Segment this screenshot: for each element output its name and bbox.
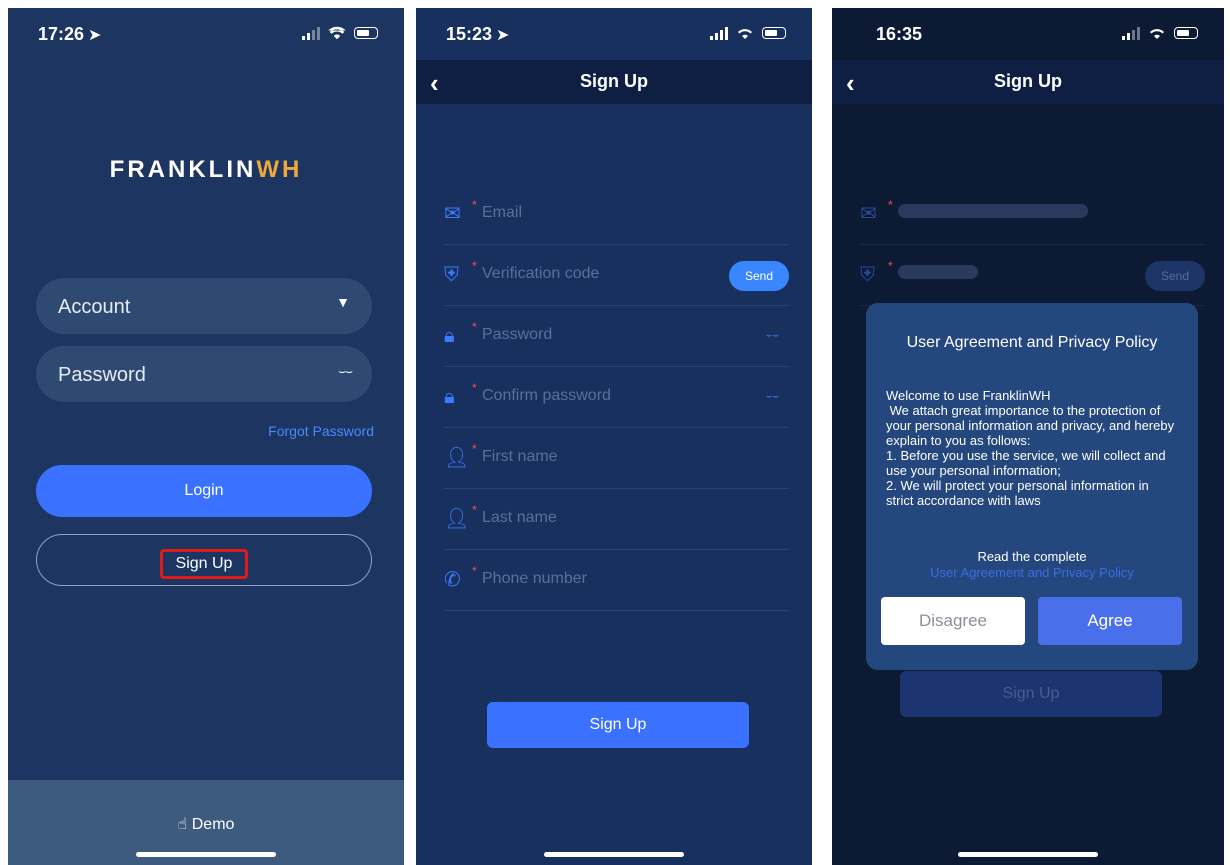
person-icon: 👤︎ bbox=[444, 508, 470, 530]
envelope-icon: ✉ bbox=[860, 203, 877, 225]
franklinwh-logo: FRANKLINWH bbox=[109, 156, 303, 183]
required-asterisk: * bbox=[888, 198, 893, 212]
eye-closed-icon[interactable]: ⌣⌣ bbox=[338, 364, 353, 379]
eye-closed-icon[interactable]: ⌣⌣ bbox=[766, 330, 779, 341]
signal-icon bbox=[710, 26, 728, 40]
forgot-password-link[interactable]: Forgot Password bbox=[268, 423, 374, 439]
dialog-title: User Agreement and Privacy Policy bbox=[906, 334, 1158, 351]
phone-icon: ✆ bbox=[444, 569, 461, 591]
email-field: ✉ * bbox=[860, 184, 1205, 245]
required-asterisk: * bbox=[472, 259, 477, 273]
first-name-placeholder: First name bbox=[482, 448, 558, 465]
wifi-icon bbox=[738, 29, 752, 39]
signal-icon bbox=[302, 26, 320, 40]
confirm-password-field[interactable]: 🔒︎ * Confirm password ⌣⌣ bbox=[444, 367, 789, 428]
phone-number-placeholder: Phone number bbox=[482, 570, 587, 587]
read-complete-text: Read the complete bbox=[977, 549, 1087, 564]
verification-code-placeholder: Verification code bbox=[482, 265, 600, 282]
status-bar: 15:23 ➤ bbox=[416, 24, 812, 48]
last-name-placeholder: Last name bbox=[482, 509, 557, 526]
required-asterisk: * bbox=[472, 442, 477, 456]
battery-icon bbox=[354, 27, 378, 39]
password-field[interactable]: Password ⌣⌣ bbox=[36, 346, 372, 402]
email-placeholder: Email bbox=[482, 204, 523, 221]
signup-submit-button[interactable]: Sign Up bbox=[487, 702, 749, 748]
agreement-link[interactable]: User Agreement and Privacy Policy bbox=[866, 565, 1198, 580]
required-asterisk: * bbox=[472, 198, 477, 212]
demo-button[interactable]: ☝ Demo bbox=[8, 814, 404, 834]
password-field[interactable]: 🔒︎ * Password ⌣⌣ bbox=[444, 306, 789, 367]
battery-icon bbox=[762, 27, 786, 39]
password-placeholder: Password bbox=[58, 364, 146, 386]
signup-button-label: Sign Up bbox=[160, 549, 248, 579]
eye-closed-icon[interactable]: ⌣⌣ bbox=[766, 391, 779, 402]
required-asterisk: * bbox=[472, 503, 477, 517]
send-code-button[interactable]: Send bbox=[729, 261, 789, 291]
lock-icon: 🔒︎ bbox=[444, 325, 455, 347]
dropdown-caret-icon: ▼ bbox=[336, 294, 350, 310]
status-bar: 17:26 ➤ bbox=[8, 24, 404, 48]
location-arrow-icon: ➤ bbox=[496, 27, 510, 44]
signup-button[interactable]: Sign Up bbox=[36, 534, 372, 586]
first-name-field[interactable]: 👤︎ * First name bbox=[444, 428, 789, 489]
blurred-email bbox=[898, 204, 1088, 218]
blurred-code bbox=[898, 265, 978, 279]
lock-icon: 🔒︎ bbox=[444, 386, 455, 408]
account-select[interactable]: Account ▼ bbox=[36, 278, 372, 334]
send-code-button: Send bbox=[1145, 261, 1205, 291]
verification-code-field: ⛨ * Send bbox=[860, 245, 1205, 306]
wifi-icon bbox=[1150, 29, 1164, 39]
phone-number-field[interactable]: ✆ * Phone number bbox=[444, 550, 789, 611]
status-time: 15:23 ➤ bbox=[446, 24, 510, 44]
status-time: 16:35 bbox=[876, 24, 923, 44]
dialog-body[interactable]: Welcome to use FranklinWH We attach grea… bbox=[886, 388, 1178, 528]
location-arrow-icon: ➤ bbox=[88, 27, 102, 44]
verification-code-field[interactable]: ⛨ * Verification code Send bbox=[444, 245, 789, 306]
home-indicator bbox=[136, 852, 276, 857]
login-button[interactable]: Login bbox=[36, 465, 372, 517]
confirm-password-placeholder: Confirm password bbox=[482, 387, 611, 404]
agreement-dialog: User Agreement and Privacy Policy Welcom… bbox=[866, 303, 1198, 670]
person-icon: 👤︎ bbox=[444, 447, 470, 469]
required-asterisk: * bbox=[472, 564, 477, 578]
account-placeholder: Account bbox=[58, 296, 131, 318]
required-asterisk: * bbox=[472, 381, 477, 395]
signal-icon bbox=[1122, 26, 1140, 40]
shield-check-icon: ⛨ bbox=[860, 264, 875, 286]
password-placeholder: Password bbox=[482, 326, 553, 343]
page-title: Sign Up bbox=[994, 71, 1062, 91]
wifi-icon bbox=[328, 26, 346, 40]
signup-screen: 15:23 ➤ ‹ Sign Up ✉ * Email ⛨ * Verification … bbox=[416, 8, 812, 865]
signup-submit-button: Sign Up bbox=[900, 671, 1162, 717]
home-indicator bbox=[958, 852, 1098, 857]
last-name-field[interactable]: 👤︎ * Last name bbox=[444, 489, 789, 550]
hand-pointer-icon: ☝ bbox=[177, 816, 188, 833]
nav-bar: ‹ Sign Up bbox=[416, 60, 812, 104]
status-time: 17:26 ➤ bbox=[38, 24, 102, 44]
required-asterisk: * bbox=[888, 259, 893, 273]
disagree-button[interactable]: Disagree bbox=[881, 597, 1025, 645]
email-field[interactable]: ✉ * Email bbox=[444, 184, 789, 245]
home-indicator bbox=[544, 852, 684, 857]
agreement-screen: 16:35 ‹ Sign Up ✉ * ⛨ * Send Sign Up User A… bbox=[832, 8, 1224, 865]
battery-icon bbox=[1174, 27, 1198, 39]
envelope-icon: ✉ bbox=[444, 203, 461, 225]
page-title: Sign Up bbox=[580, 71, 648, 91]
required-asterisk: * bbox=[472, 320, 477, 334]
agree-button[interactable]: Agree bbox=[1038, 597, 1182, 645]
status-bar: 16:35 bbox=[832, 24, 1224, 48]
shield-check-icon: ⛨ bbox=[444, 264, 459, 286]
login-screen: 17:26 ➤ FRANKLINWH Account ▼ Password ⌣⌣ … bbox=[8, 8, 404, 865]
nav-bar: ‹ Sign Up bbox=[832, 60, 1224, 104]
